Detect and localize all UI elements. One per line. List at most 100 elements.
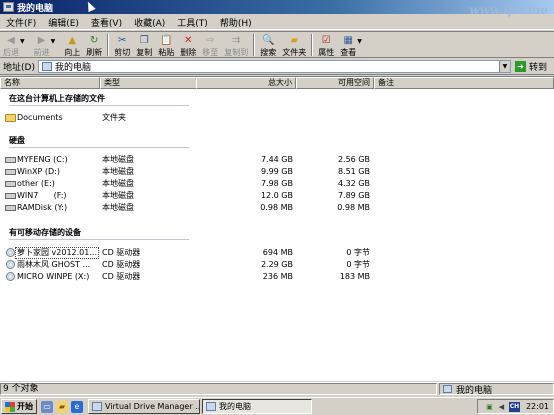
item-name: RAMDisk (Y:) xyxy=(17,203,68,212)
address-value: 我的电脑 xyxy=(54,63,91,73)
toolbar-separator xyxy=(253,34,256,56)
cd-drive-icon xyxy=(6,248,15,257)
item-name: 雨林木风 GHOST ... xyxy=(17,260,91,269)
item-type: 本地磁盘 xyxy=(102,179,134,188)
search-button[interactable]: 🔍 搜索 xyxy=(257,34,279,58)
list-item[interactable]: other (E:) 本地磁盘 7.98 GB 4.32 GB xyxy=(0,178,554,190)
item-free-space: 0.98 MB xyxy=(337,203,370,212)
back-dropdown-icon[interactable]: ▼ xyxy=(20,38,25,45)
menu-edit[interactable]: 编辑(E) xyxy=(42,16,85,29)
file-list[interactable]: 名称 类型 总大小 可用空间 备注 在这台计算机上存储的文件 Documents… xyxy=(0,76,554,381)
paste-button[interactable]: 📋 粘贴 xyxy=(155,34,177,58)
windows-logo-icon xyxy=(5,401,15,412)
item-name: MYFENG (C:) xyxy=(17,155,68,164)
go-arrow-icon: ➜ xyxy=(514,61,526,72)
hard-drive-icon xyxy=(5,157,16,163)
item-total-size: 694 MB xyxy=(262,248,293,257)
item-total-size: 12.0 GB xyxy=(260,191,293,200)
copy-icon: ❐ xyxy=(139,35,149,46)
copy-to-icon: ⇉ xyxy=(232,35,241,46)
item-name: WIN7 (F:) xyxy=(17,191,67,200)
properties-button[interactable]: ☑ 属性 xyxy=(315,34,337,58)
column-header-comments[interactable]: 备注 xyxy=(374,77,554,89)
item-total-size: 0.98 MB xyxy=(260,203,293,212)
taskbar-button-virtual-drive-manager[interactable]: Virtual Drive Manager ... xyxy=(88,399,200,414)
my-computer-icon xyxy=(41,62,52,71)
list-item[interactable]: RAMDisk (Y:) 本地磁盘 0.98 MB 0.98 MB xyxy=(0,202,554,214)
folder-icon[interactable]: ▰ xyxy=(56,400,68,413)
status-location: 我的电脑 xyxy=(439,383,554,396)
list-item[interactable]: WinXP (D:) 本地磁盘 9.99 GB 8.51 GB xyxy=(0,166,554,178)
views-dropdown-icon[interactable]: ▼ xyxy=(357,38,362,45)
copy-button[interactable]: ❐ 复制 xyxy=(133,34,155,58)
my-computer-icon xyxy=(443,385,452,393)
copy-label: 复制 xyxy=(136,48,153,57)
move-to-icon: ⇨ xyxy=(206,35,215,46)
window-title: 我的电脑 xyxy=(17,3,54,14)
network-icon[interactable]: ▣ xyxy=(485,402,494,411)
taskbar: 开始 ▭ ▰ e Virtual Drive Manager ... 我的电脑 … xyxy=(0,397,554,415)
list-item[interactable]: MICRO WINPE (X:) CD 驱动器 236 MB 183 MB xyxy=(0,271,554,283)
address-input[interactable]: 我的电脑 ▼ xyxy=(37,60,511,73)
title-bar[interactable]: 我的电脑 www.ipc.me xyxy=(0,0,554,17)
paste-label: 粘贴 xyxy=(158,48,175,57)
toolbar-separator xyxy=(311,34,314,56)
show-desktop-icon[interactable]: ▭ xyxy=(41,400,53,413)
back-button[interactable]: ◀ 后退 xyxy=(0,34,22,58)
item-name: other (E:) xyxy=(17,179,55,188)
menu-view[interactable]: 查看(V) xyxy=(85,16,128,29)
item-total-size: 236 MB xyxy=(262,272,293,281)
item-type: 本地磁盘 xyxy=(102,167,134,176)
scissors-icon: ✂ xyxy=(118,35,127,46)
go-button[interactable]: ➜ 转到 xyxy=(514,60,547,73)
volume-icon[interactable]: ◀ xyxy=(497,402,506,411)
start-button[interactable]: 开始 xyxy=(1,399,37,414)
column-header-name[interactable]: 名称 xyxy=(0,77,100,89)
menu-help[interactable]: 帮助(H) xyxy=(214,16,258,29)
item-total-size: 7.44 GB xyxy=(260,155,293,164)
list-item[interactable]: 雨林木风 GHOST ... CD 驱动器 2.29 GB 0 字节 xyxy=(0,259,554,271)
cut-button[interactable]: ✂ 剪切 xyxy=(111,34,133,58)
properties-label: 属性 xyxy=(318,48,335,57)
item-type: CD 驱动器 xyxy=(102,248,141,257)
hard-drive-icon xyxy=(5,193,16,199)
refresh-button[interactable]: ↻ 刷新 xyxy=(83,34,105,58)
folder-icon xyxy=(5,114,16,122)
column-header-total-size[interactable]: 总大小 xyxy=(196,77,296,89)
list-item[interactable]: WIN7 (F:) 本地磁盘 12.0 GB 7.89 GB xyxy=(0,190,554,202)
list-item[interactable]: 萝卜家园 v2012.01... CD 驱动器 694 MB 0 字节 xyxy=(0,247,554,259)
move-to-label: 移至 xyxy=(202,48,219,57)
views-button[interactable]: ▦ 查看 xyxy=(337,34,359,58)
go-label: 转到 xyxy=(528,63,547,73)
menu-tools[interactable]: 工具(T) xyxy=(171,16,214,29)
back-arrow-icon: ◀ xyxy=(7,35,15,46)
properties-icon: ☑ xyxy=(321,35,331,46)
menu-file[interactable]: 文件(F) xyxy=(0,16,42,29)
copy-to-button[interactable]: ⇉ 复制到 xyxy=(221,34,251,58)
up-label: 向上 xyxy=(64,48,81,57)
move-to-button[interactable]: ⇨ 移至 xyxy=(199,34,221,58)
item-free-space: 0 字节 xyxy=(346,248,370,257)
column-header-free-space[interactable]: 可用空间 xyxy=(296,77,374,89)
folders-button[interactable]: ▰ 文件夹 xyxy=(279,34,309,58)
address-dropdown-icon[interactable]: ▼ xyxy=(498,61,510,72)
search-icon: 🔍 xyxy=(262,35,275,46)
delete-button[interactable]: ✕ 删除 xyxy=(177,34,199,58)
input-method-indicator[interactable]: CH xyxy=(508,401,520,412)
status-bar: 9 个对象 我的电脑 xyxy=(0,382,554,396)
forward-dropdown-icon[interactable]: ▼ xyxy=(51,38,56,45)
internet-explorer-icon[interactable]: e xyxy=(71,400,83,413)
list-item[interactable]: MYFENG (C:) 本地磁盘 7.44 GB 2.56 GB xyxy=(0,154,554,166)
clock[interactable]: 22:01 xyxy=(526,402,549,411)
item-free-space: 183 MB xyxy=(339,272,370,281)
menu-favorites[interactable]: 收藏(A) xyxy=(128,16,171,29)
taskbar-button-my-computer[interactable]: 我的电脑 xyxy=(202,399,312,414)
list-item[interactable]: Documents 文件夹 xyxy=(0,112,554,124)
item-type: 本地磁盘 xyxy=(102,203,134,212)
toolbar: ◀ 后退 ▼ ▶ 前进 ▼ ▲ 向上 ↻ 刷新 ✂ 剪切 ❐ 复制 📋 粘贴 ✕… xyxy=(0,31,554,58)
folders-label: 文件夹 xyxy=(282,48,307,57)
cd-drive-icon xyxy=(6,260,15,269)
forward-button[interactable]: ▶ 前进 xyxy=(31,34,53,58)
up-button[interactable]: ▲ 向上 xyxy=(61,34,83,58)
item-name: MICRO WINPE (X:) xyxy=(17,272,90,281)
